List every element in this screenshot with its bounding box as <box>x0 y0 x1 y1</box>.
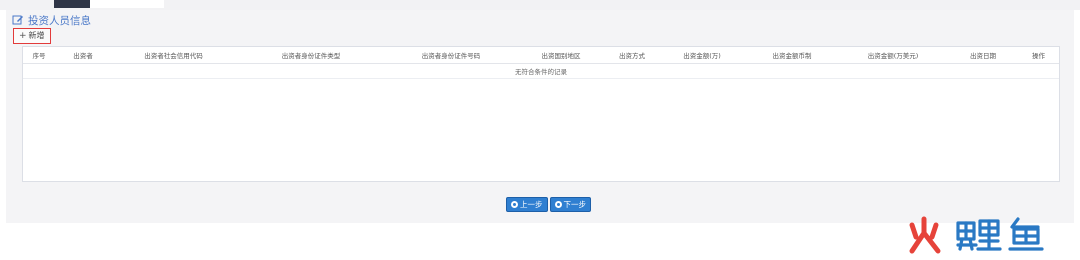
top-strip-light-block <box>90 0 164 8</box>
circle-arrow-right-icon <box>554 201 562 208</box>
edit-icon <box>12 14 24 26</box>
section-title-text: 投资人员信息 <box>28 14 91 27</box>
column-header: 出资金额(万) <box>658 47 746 64</box>
table-header-row: 序号 出资者 出资者社会信用代码 出资者身份证件类型 出资者身份证件号码 出资国… <box>23 47 1059 64</box>
column-header: 出资金额币制 <box>746 47 838 64</box>
prev-step-label: 上一步 <box>520 200 543 209</box>
watermark-logo <box>906 215 1058 255</box>
top-strip-dark-block <box>54 0 90 8</box>
add-button-label: 新增 <box>28 31 45 40</box>
column-header: 操作 <box>1018 47 1059 64</box>
next-step-label: 下一步 <box>563 200 587 209</box>
empty-message: 无符合条件的记录 <box>23 63 1059 79</box>
column-header: 出资国别地区 <box>516 47 606 64</box>
step-navigation: 上一步 下一步 <box>506 197 591 212</box>
plus-icon: + <box>19 31 27 41</box>
next-step-button[interactable]: 下一步 <box>549 197 591 212</box>
column-header: 出资者身份证件号码 <box>386 47 516 64</box>
column-header: 出资日期 <box>948 47 1018 64</box>
prev-step-button[interactable]: 上一步 <box>506 197 548 212</box>
circle-arrow-left-icon <box>511 201 518 208</box>
top-strip <box>0 0 1080 10</box>
column-header: 序号 <box>23 47 55 64</box>
column-header: 出资者 <box>55 47 111 64</box>
investor-table: 序号 出资者 出资者社会信用代码 出资者身份证件类型 出资者身份证件号码 出资国… <box>22 46 1060 182</box>
add-button[interactable]: + 新增 <box>13 28 51 44</box>
column-header: 出资金额(万美元) <box>838 47 948 64</box>
column-header: 出资者身份证件类型 <box>236 47 386 64</box>
table-empty-row: 无符合条件的记录 <box>23 63 1059 79</box>
section-title: 投资人员信息 <box>12 13 91 27</box>
column-header: 出资方式 <box>606 47 658 64</box>
column-header: 出资者社会信用代码 <box>111 47 236 64</box>
